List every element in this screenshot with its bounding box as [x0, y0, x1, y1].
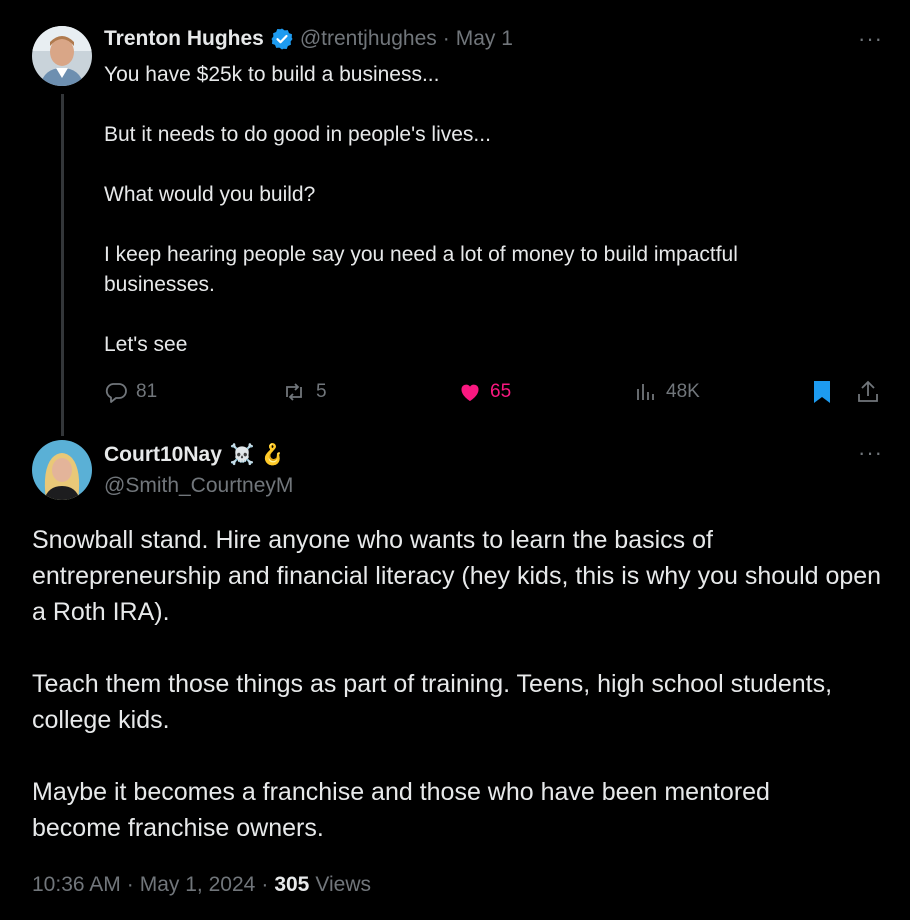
reply-views-count: 305	[274, 873, 310, 896]
reply-views-label: Views	[315, 873, 371, 896]
like-count: 65	[490, 381, 512, 402]
avatar-trenton[interactable]	[32, 26, 92, 86]
tweet-line: But it needs to do good in people's live…	[104, 123, 491, 146]
repost-icon	[280, 380, 308, 404]
thread-connector	[61, 94, 64, 436]
more-options-icon[interactable]: ···	[858, 26, 883, 52]
author-emoji: ☠️ 🪝	[229, 444, 286, 466]
analytics-icon	[634, 380, 658, 404]
tweet-date[interactable]: May 1	[456, 27, 513, 51]
like-button[interactable]: 65	[458, 380, 511, 404]
bookmark-filled-icon[interactable]	[810, 379, 834, 410]
tweet-text: You have $25k to build a business... But…	[104, 60, 844, 356]
share-icon[interactable]	[856, 379, 880, 410]
tweet-line: What would you build?	[104, 183, 316, 206]
views-count: 48K	[666, 381, 700, 402]
reply-date[interactable]: May 1, 2024	[140, 873, 256, 897]
meta-separator: ·	[261, 873, 269, 896]
tweet-line: Let's see	[104, 333, 188, 356]
heart-filled-icon	[458, 380, 482, 404]
verified-badge-icon	[270, 27, 294, 51]
reply-time[interactable]: 10:36 AM	[32, 873, 121, 897]
reply-header-name: Court10Nay ☠️ 🪝	[104, 442, 285, 467]
avatar-courtney[interactable]	[32, 440, 92, 500]
views-button[interactable]: 48K	[634, 380, 700, 404]
tweet-header: Trenton Hughes @trentjhughes · May 1	[104, 27, 513, 51]
meta-separator: ·	[126, 873, 134, 896]
reply-paragraph: Snowball stand. Hire anyone who wants to…	[32, 526, 889, 626]
reply-more-options-icon[interactable]: ···	[858, 440, 883, 466]
reply-text: Snowball stand. Hire anyone who wants to…	[32, 522, 892, 842]
tweet-line: I keep hearing people say you need a lot…	[104, 243, 744, 296]
author-handle[interactable]: @trentjhughes	[300, 27, 437, 51]
reply-count: 81	[136, 381, 158, 402]
author-name[interactable]: Trenton Hughes	[104, 27, 264, 51]
reply-paragraph: Teach them those things as part of train…	[32, 670, 839, 734]
reply-metadata: 10:36 AM · May 1, 2024 · 305 Views	[32, 873, 371, 897]
reply-icon	[104, 380, 128, 404]
repost-button[interactable]: 5	[280, 380, 327, 404]
tweet-line: You have $25k to build a business...	[104, 63, 440, 86]
reply-paragraph: Maybe it becomes a franchise and those w…	[32, 778, 777, 842]
reply-author-handle[interactable]: @Smith_CourtneyM	[104, 474, 293, 498]
reply-button[interactable]: 81	[104, 380, 157, 404]
reply-author-name[interactable]: Court10Nay	[104, 443, 222, 467]
repost-count: 5	[316, 381, 327, 402]
header-separator: ·	[442, 27, 450, 50]
